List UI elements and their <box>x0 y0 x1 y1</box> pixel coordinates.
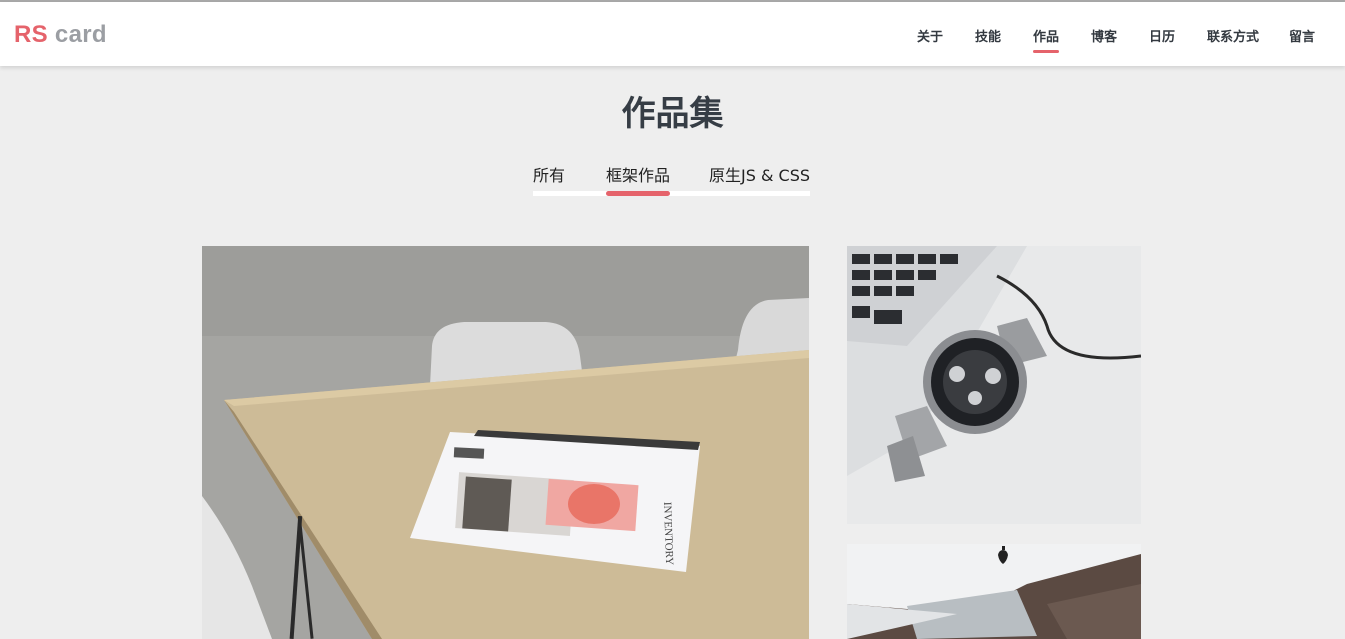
filter-tab-framework[interactable]: 框架作品 <box>606 165 671 196</box>
nav-item-blog[interactable]: 博客 <box>1091 30 1117 46</box>
site-header: RS card 关于 技能 作品 博客 日历 联系方式 留言 <box>0 2 1345 66</box>
svg-text:INVENTORY: INVENTORY <box>661 502 675 566</box>
nav-item-works[interactable]: 作品 <box>1033 30 1060 53</box>
nav-item-skills[interactable]: 技能 <box>975 30 1001 46</box>
portfolio-item-imac[interactable] <box>847 544 1141 639</box>
portfolio-item-magazine[interactable]: INVENTORY <box>202 246 809 639</box>
filter-tab-vanilla[interactable]: 原生JS & CSS <box>709 165 810 187</box>
main-nav: 关于 技能 作品 博客 日历 联系方式 留言 <box>0 2 1345 66</box>
imac-on-desk-photo <box>847 544 1141 639</box>
portfolio-item-watch[interactable] <box>847 246 1141 524</box>
filter-tabs-track <box>533 191 810 196</box>
magazine-on-table-photo: INVENTORY <box>202 246 809 639</box>
page-title: 作品集 <box>621 94 724 134</box>
nav-item-about[interactable]: 关于 <box>917 30 943 46</box>
wristwatch-on-laptop-photo <box>847 246 1141 524</box>
nav-item-messages[interactable]: 留言 <box>1289 30 1315 46</box>
filter-tab-all[interactable]: 所有 <box>533 165 565 187</box>
nav-item-contact[interactable]: 联系方式 <box>1207 30 1259 46</box>
nav-item-calendar[interactable]: 日历 <box>1149 30 1175 46</box>
